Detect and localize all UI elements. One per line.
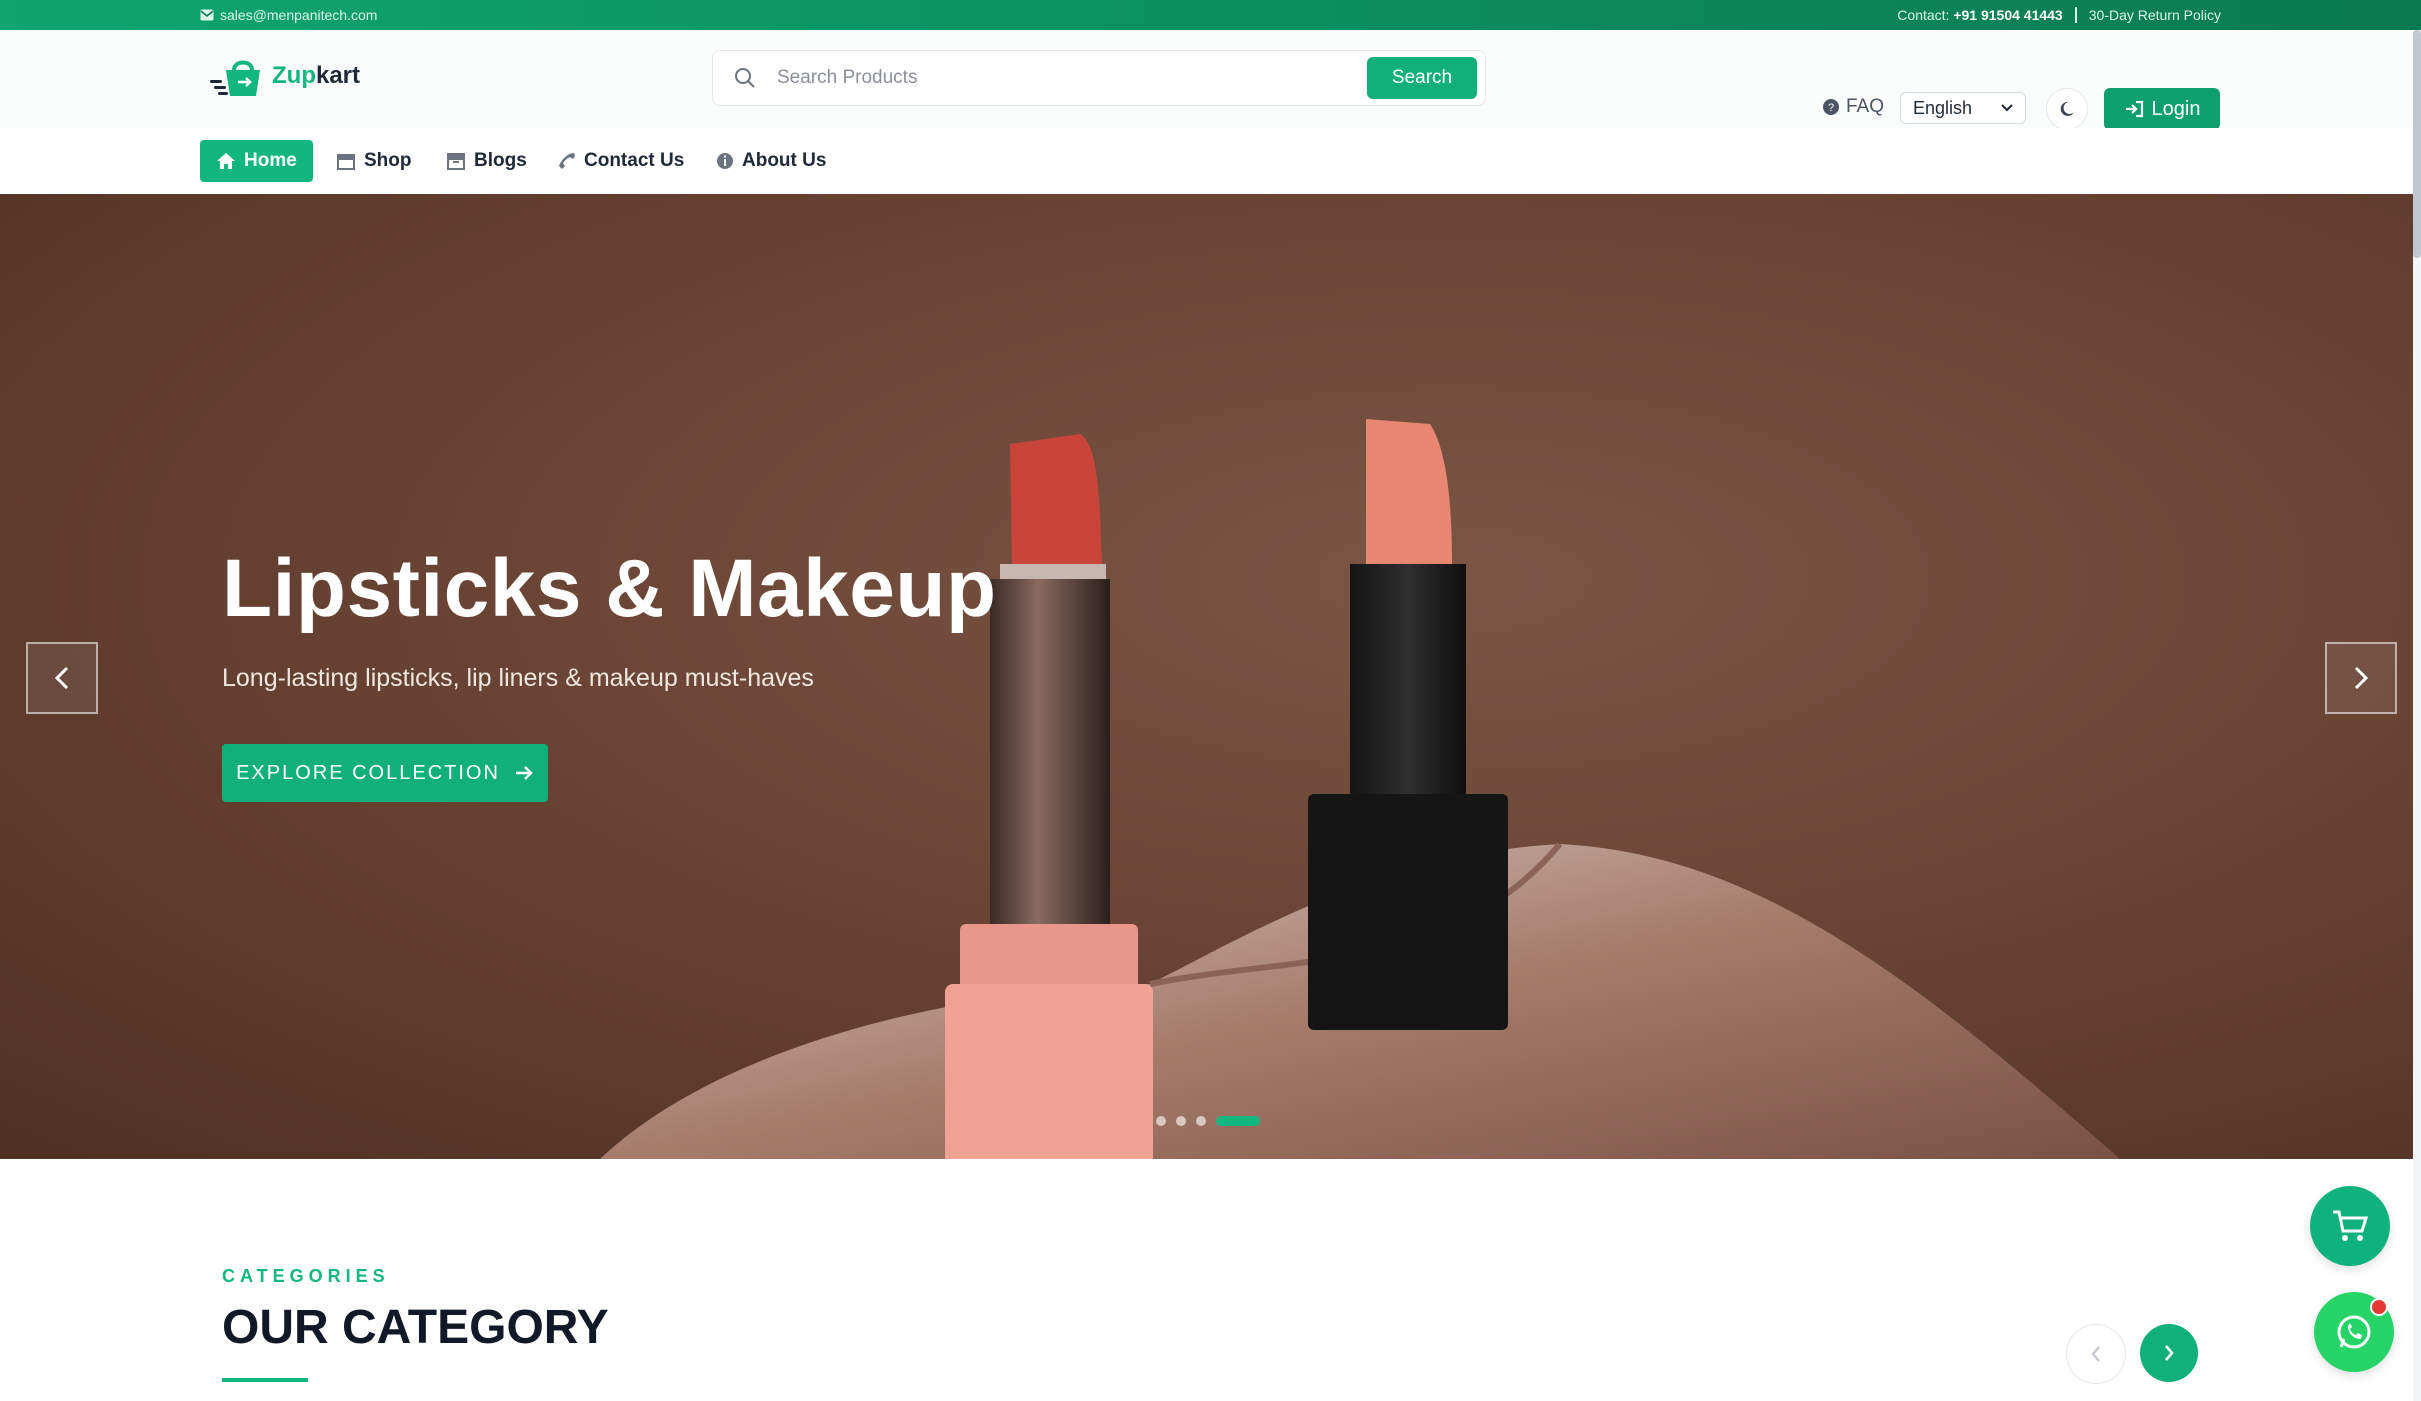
nav-label-about[interactable]: About Us [742,150,826,172]
nav-label-shop[interactable]: Shop [364,150,412,172]
nav-item-home[interactable]: Home [200,140,313,182]
explore-collection-button[interactable]: EXPLORE COLLECTION [222,744,548,802]
phone-icon [559,153,575,169]
nav-label-contact[interactable]: Contact Us [584,150,684,172]
hero-subtitle: Long-lasting lipsticks, lip liners & mak… [222,664,814,692]
return-policy-link[interactable]: 30-Day Return Policy [2089,7,2221,23]
top-right-info: Contact: +91 91504 41443 30-Day Return P… [1897,7,2221,23]
shopping-bag-logo-icon [210,60,260,96]
info-icon [717,153,733,169]
contact-info: Contact: +91 91504 41443 [1897,7,2062,23]
floating-whatsapp-button[interactable] [2314,1292,2394,1372]
category-prev-button[interactable] [2066,1324,2126,1384]
search-button[interactable]: Search [1367,57,1477,99]
brand-name: Zupkart [272,62,360,90]
whatsapp-icon [2337,1315,2371,1349]
main-header: Zupkart Search ? FAQ English Login [0,30,2421,130]
search-icon [735,68,755,88]
search-bar: Search [712,50,1486,106]
chevron-left-icon [2091,1346,2100,1362]
chevron-right-icon [2354,666,2369,690]
store-icon [337,154,355,170]
language-selected[interactable]: English [1913,98,1972,119]
nav-label-home[interactable]: Home [244,150,297,172]
hero-carousel: Lipsticks & Makeup Long-lasting lipstick… [0,194,2421,1159]
language-select[interactable]: English [1900,92,2026,124]
theme-toggle-button[interactable] [2046,88,2088,130]
login-button[interactable]: Login [2104,88,2220,130]
scrollbar-thumb[interactable] [2413,30,2421,258]
hero-title: Lipsticks & Makeup [222,543,997,634]
arrow-right-icon [515,766,533,780]
cta-label[interactable]: EXPLORE COLLECTION [236,762,500,785]
login-icon [2125,100,2143,118]
cart-icon [2333,1210,2369,1241]
notification-badge [2370,1298,2388,1316]
section-underline [222,1378,308,1382]
svg-text:?: ? [1828,102,1834,114]
top-bar: sales@menpanitech.com Contact: +91 91504… [0,0,2421,30]
main-nav: Home Shop Blogs Contact Us About Us [0,128,2421,194]
brand-suffix: kart [315,62,361,89]
nav-item-blogs[interactable]: Blogs [446,140,527,182]
envelope-icon [200,9,214,21]
section-title: OUR CATEGORY [222,1301,609,1354]
top-email[interactable]: sales@menpanitech.com [200,7,377,23]
section-eyebrow: CATEGORIES [222,1266,390,1286]
archive-icon [447,153,465,170]
carousel-dot-4[interactable] [1216,1116,1260,1126]
top-email-text[interactable]: sales@menpanitech.com [220,7,377,23]
nav-item-shop[interactable]: Shop [336,140,412,182]
page-scrollbar[interactable] [2413,30,2421,1401]
brand-prefix: Zup [272,62,316,89]
home-icon [217,153,235,169]
carousel-dot-3[interactable] [1196,1116,1206,1126]
site-logo[interactable]: Zupkart [210,54,360,98]
carousel-indicators [1156,1116,1260,1126]
moon-icon [2060,101,2074,116]
chevron-right-icon [2165,1345,2174,1361]
top-divider [2074,7,2077,23]
search-input[interactable] [775,61,1359,95]
question-circle-icon: ? [1823,99,1839,115]
login-label[interactable]: Login [2152,98,2201,121]
nav-item-contact[interactable]: Contact Us [558,140,684,182]
chevron-down-icon [2001,104,2013,112]
carousel-dot-1[interactable] [1156,1116,1166,1126]
faq-link[interactable]: ? FAQ [1822,96,1884,118]
contact-number[interactable]: +91 91504 41443 [1953,7,2062,23]
floating-cart-button[interactable] [2310,1186,2390,1266]
chevron-left-icon [54,666,69,690]
carousel-prev-button[interactable] [26,642,98,714]
faq-label[interactable]: FAQ [1846,96,1884,118]
category-next-button[interactable] [2140,1324,2198,1382]
contact-label: Contact: [1897,7,1950,23]
carousel-next-button[interactable] [2325,642,2397,714]
nav-item-about[interactable]: About Us [716,140,826,182]
carousel-dot-2[interactable] [1176,1116,1186,1126]
nav-label-blogs[interactable]: Blogs [474,150,527,172]
